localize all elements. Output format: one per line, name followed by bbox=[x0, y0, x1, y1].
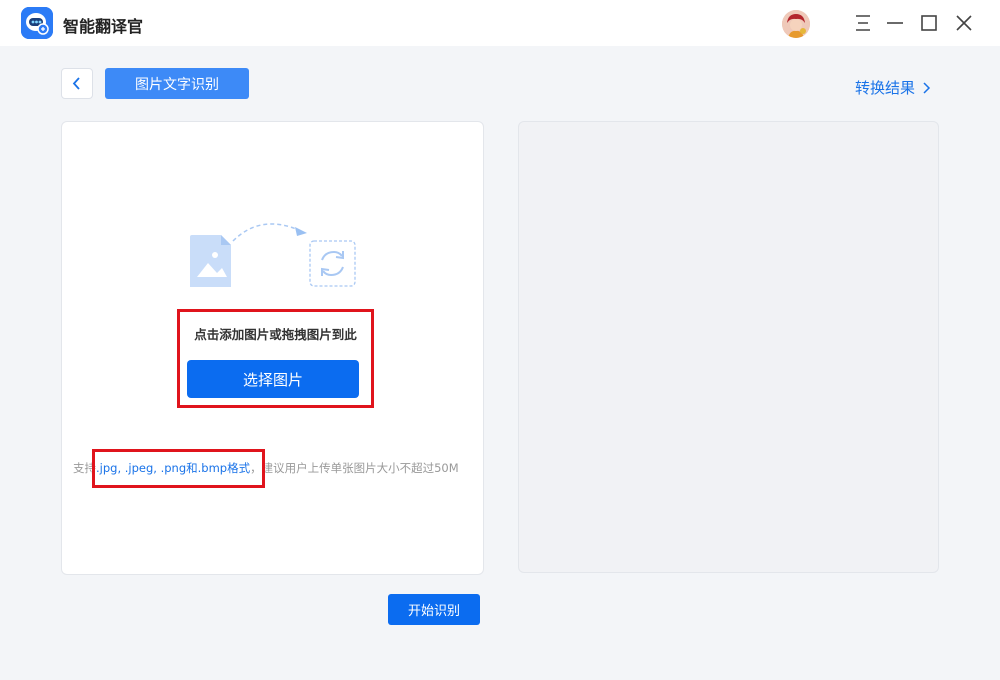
supported-formats-note: 支持.jpg, .jpeg, .png和.bmp格式，建议用户上传单张图片大小不… bbox=[73, 460, 493, 476]
upload-hint-text: 点击添加图片或拖拽图片到此 bbox=[194, 327, 357, 342]
start-recognition-button[interactable]: 开始识别 bbox=[388, 594, 480, 625]
support-formats: .jpg, .jpeg, .png和.bmp格式 bbox=[96, 461, 251, 475]
minimize-button[interactable] bbox=[884, 12, 906, 34]
select-image-button[interactable]: 选择图片 bbox=[187, 360, 359, 398]
menu-button[interactable] bbox=[852, 12, 874, 34]
support-prefix: 支持 bbox=[73, 461, 96, 475]
menu-icon bbox=[856, 15, 870, 31]
app-title: 智能翻译官 bbox=[63, 17, 144, 36]
result-preview-panel bbox=[518, 121, 939, 573]
maximize-button[interactable] bbox=[918, 12, 940, 34]
page-title-tab[interactable]: 图片文字识别 bbox=[105, 68, 249, 99]
support-suffix: ，建议用户上传单张图片大小不超过50M bbox=[250, 461, 459, 475]
user-avatar[interactable] bbox=[782, 10, 810, 38]
maximize-icon bbox=[921, 15, 937, 31]
title-bar: 智能翻译官 bbox=[0, 0, 1000, 46]
upload-illustration-icon bbox=[190, 223, 356, 287]
chevron-right-icon bbox=[923, 81, 931, 94]
upload-hint-highlight: 点击添加图片或拖拽图片到此 选择图片 bbox=[177, 309, 374, 408]
conversion-result-label: 转换结果 bbox=[855, 79, 916, 97]
minimize-icon bbox=[887, 22, 903, 24]
back-button[interactable] bbox=[61, 68, 93, 99]
app-logo-icon bbox=[21, 7, 53, 39]
close-icon bbox=[956, 15, 972, 31]
conversion-result-link[interactable]: 转换结果 bbox=[855, 77, 931, 98]
chevron-left-icon bbox=[72, 77, 80, 90]
close-button[interactable] bbox=[953, 12, 975, 34]
